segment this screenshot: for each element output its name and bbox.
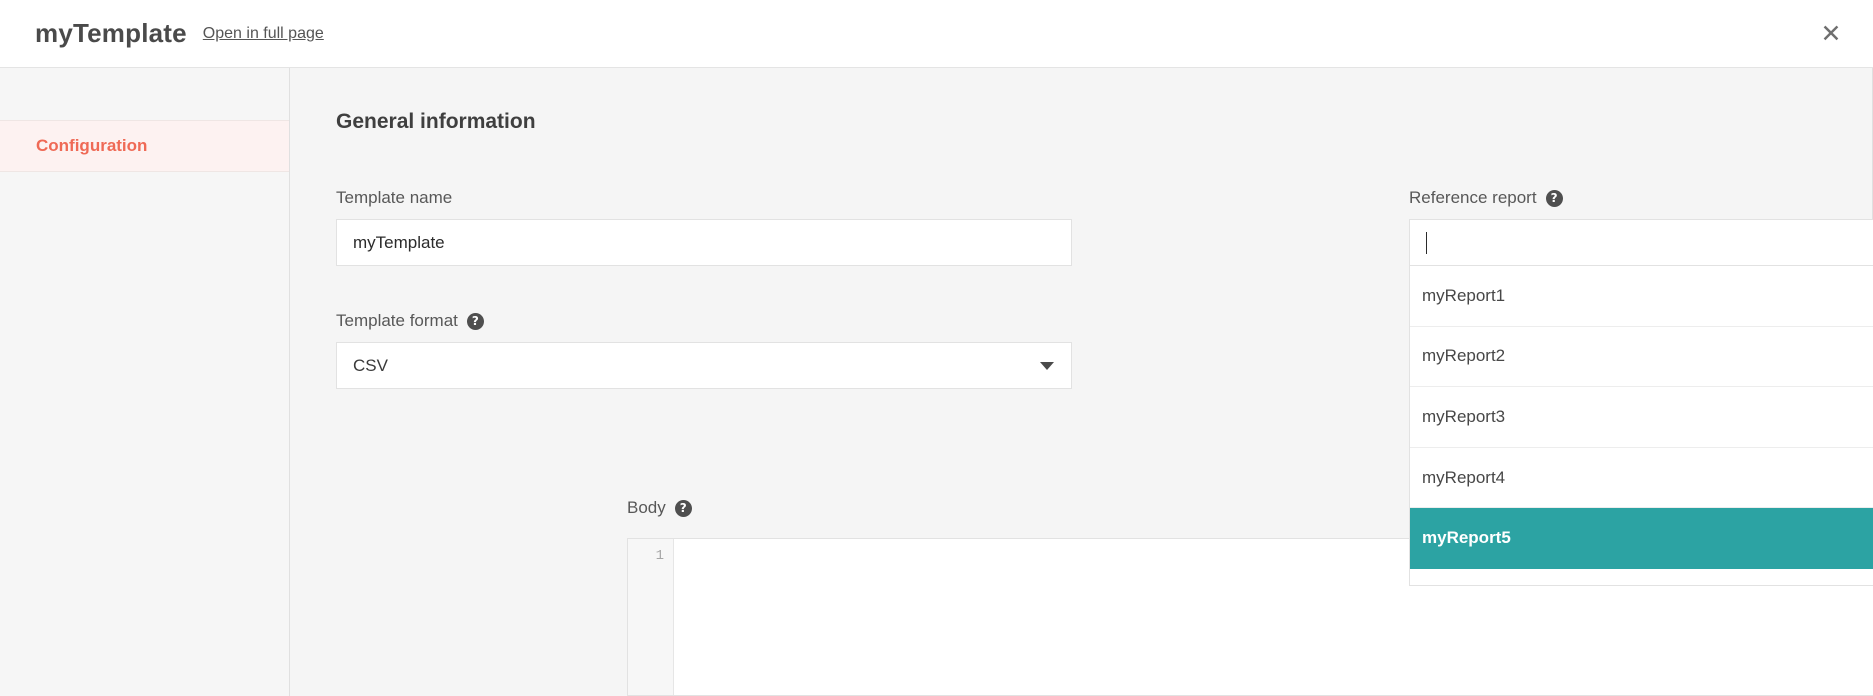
help-icon[interactable]: ? (466, 312, 484, 330)
help-icon[interactable]: ? (1545, 189, 1563, 207)
section-title: General information (336, 110, 536, 133)
reference-report-label-text: Reference report (1409, 188, 1537, 207)
reference-report-option-list: myReport1 myReport2 myReport3 myReport4 myRe… (1410, 266, 1873, 569)
reference-report-combobox[interactable]: ✕ (1409, 219, 1873, 266)
form-column-right: Reference report ? ✕ myReport1myReport2m… (1409, 188, 1873, 586)
template-format-select-wrap: CSV (336, 342, 1072, 389)
template-format-select[interactable]: CSV (336, 342, 1072, 389)
template-format-label: Template format ? (336, 311, 1072, 331)
text-cursor (1426, 231, 1427, 254)
reference-report-label: Reference report ? (1409, 188, 1873, 208)
body-label-wrap: Body ? (627, 498, 692, 529)
form-column-left: Template name Template format ? CSV (336, 188, 1072, 389)
help-icon[interactable]: ? (674, 499, 692, 517)
template-name-label: Template name (336, 188, 1072, 208)
sidebar-item-configuration[interactable]: Configuration (0, 120, 289, 172)
app-header: myTemplate Open in full page ✕ (0, 0, 1873, 68)
open-in-full-page-link[interactable]: Open in full page (203, 25, 324, 43)
page-body: Configuration General information Templa… (0, 68, 1873, 696)
sidebar: Configuration (0, 68, 290, 696)
reference-report-dropdown: myReport1 myReport2 myReport3 myReport4 myRe… (1409, 266, 1873, 586)
template-name-label-text: Template name (336, 188, 453, 207)
editor-line-numbers: 1 (628, 539, 674, 695)
template-format-value: CSV (353, 355, 388, 375)
dropdown-option[interactable]: myReport5 (1410, 508, 1873, 569)
body-label: Body ? (627, 498, 692, 518)
template-name-input[interactable] (336, 219, 1072, 266)
dropdown-option[interactable]: myReport2 (1410, 326, 1873, 388)
dropdown-option[interactable]: myReport4 (1410, 447, 1873, 509)
page-title: myTemplate (35, 18, 187, 48)
close-icon[interactable]: ✕ (1817, 20, 1845, 48)
dropdown-option[interactable]: myReport3 (1410, 387, 1873, 448)
main-content: General information Template name Templa… (291, 68, 1873, 696)
body-label-text: Body (627, 498, 666, 517)
sidebar-item-label: Configuration (36, 136, 148, 155)
template-format-label-text: Template format (336, 311, 458, 330)
dropdown-option[interactable]: myReport1 (1410, 266, 1873, 327)
